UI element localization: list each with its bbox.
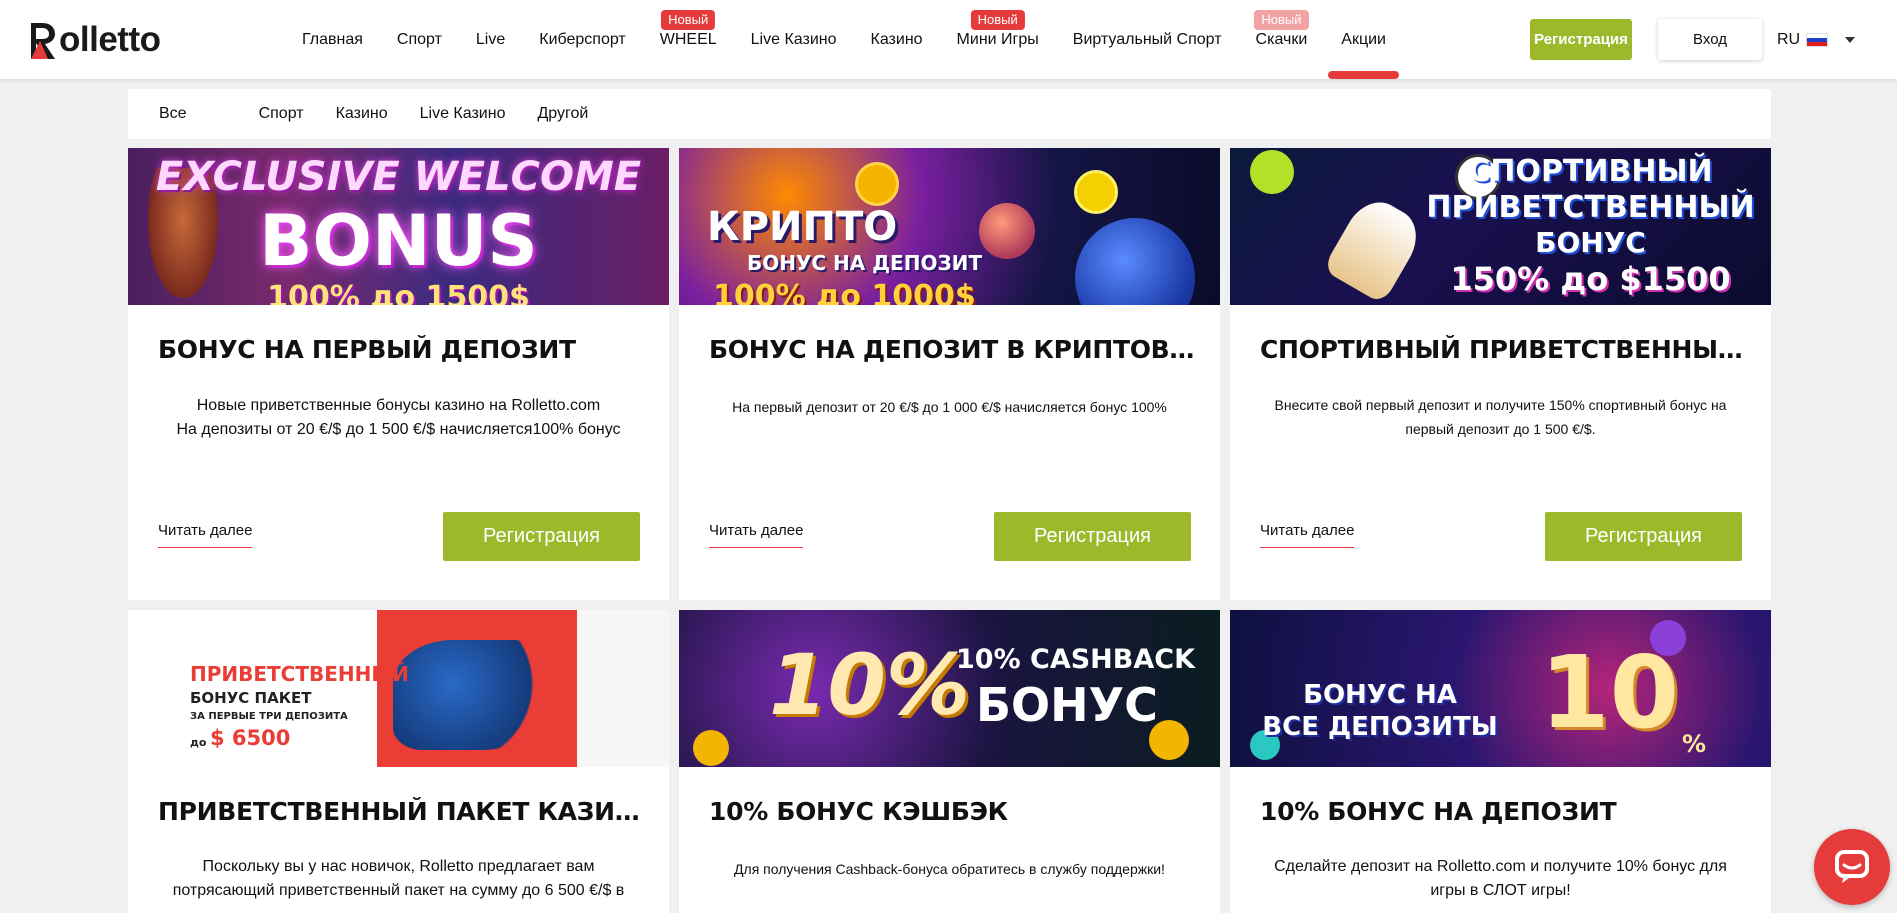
- card-register-button[interactable]: Регистрация: [1545, 512, 1742, 561]
- nav-item-wheel[interactable]: Новый WHEEL: [643, 0, 734, 79]
- main-nav: Главная Спорт Live Киберспорт Новый WHEE…: [285, 0, 1403, 79]
- russia-flag-icon: [1806, 33, 1829, 47]
- language-selector[interactable]: RU: [1777, 29, 1856, 51]
- planet-bitcoin-icon: [1075, 218, 1195, 305]
- planet-icon: [979, 203, 1035, 259]
- diver-illustration: [393, 640, 543, 750]
- card-description: Поскольку вы у нас новичок, Rolletto пре…: [172, 858, 625, 899]
- promo-card: БОНУС НА ВСЕ ДЕПОЗИТЫ 10 % 10% БОНУС НА …: [1230, 610, 1771, 913]
- card-description: Внесите свой первый депозит и получите 1…: [1274, 397, 1727, 437]
- card-description: На первый депозит от 20 €/$ до 1 000 €/$…: [732, 399, 1167, 415]
- nav-item-live-casino[interactable]: Live Казино: [734, 0, 854, 79]
- logo-r-icon: [28, 19, 58, 61]
- nav-item-mini-games[interactable]: Новый Мини Игры: [940, 0, 1056, 79]
- new-badge: Новый: [661, 10, 716, 30]
- nav-item-sport[interactable]: Спорт: [380, 0, 459, 79]
- new-badge: Новый: [1254, 10, 1309, 30]
- promo-banner[interactable]: EXCLUSIVE WELCOME BONUS 100% до 1500$: [128, 148, 669, 305]
- card-title: ПРИВЕТСТВЕННЫЙ ПАКЕТ КАЗИНО: [158, 797, 648, 826]
- promo-banner[interactable]: ПРИВЕТСТВЕННЫЙ БОНУС ПАКЕТ ЗА ПЕРВЫЕ ТРИ…: [128, 610, 669, 767]
- top-header: olletto Главная Спорт Live Киберспорт Но…: [0, 0, 1897, 79]
- nav-item-esports[interactable]: Киберспорт: [522, 0, 642, 79]
- card-title: 10% БОНУС КЭШБЭК: [709, 797, 1008, 826]
- login-button[interactable]: Вход: [1658, 19, 1762, 60]
- tennis-ball-icon: [1250, 150, 1294, 194]
- read-more-link[interactable]: Читать далее: [158, 522, 253, 548]
- card-title: 10% БОНУС НА ДЕПОЗИТ: [1260, 797, 1617, 826]
- coin-icon: [693, 730, 729, 766]
- coin-icon: [1074, 170, 1118, 214]
- language-code: RU: [1777, 31, 1801, 48]
- card-title: БОНУС НА ПЕРВЫЙ ДЕПОЗИТ: [158, 335, 576, 364]
- card-title: БОНУС НА ДЕПОЗИТ В КРИПТОВАЛЮТЕ: [709, 335, 1199, 364]
- nav-item-home[interactable]: Главная: [285, 0, 380, 79]
- filter-casino[interactable]: Казино: [336, 105, 388, 123]
- filter-live-casino[interactable]: Live Казино: [420, 105, 506, 123]
- nav-item-promotions[interactable]: Акции: [1324, 0, 1403, 79]
- filter-sport[interactable]: Спорт: [259, 105, 304, 123]
- promo-card: СПОРТИВНЫЙ ПРИВЕТСТВЕННЫЙ БОНУС 150% до …: [1230, 148, 1771, 600]
- promo-banner[interactable]: КРИПТО БОНУС НА ДЕПОЗИТ 100% до 1000$: [679, 148, 1220, 305]
- chevron-down-icon: [1845, 37, 1856, 43]
- card-description: Для получения Cashback-бонуса обратитесь…: [734, 861, 1165, 877]
- live-chat-button[interactable]: [1814, 829, 1890, 905]
- promo-banner[interactable]: СПОРТИВНЫЙ ПРИВЕТСТВЕННЫЙ БОНУС 150% до …: [1230, 148, 1771, 305]
- nav-item-virtual-sport[interactable]: Виртуальный Спорт: [1056, 0, 1239, 79]
- new-badge: Новый: [970, 10, 1025, 30]
- nav-item-casino[interactable]: Казино: [854, 0, 940, 79]
- promo-card: КРИПТО БОНУС НА ДЕПОЗИТ 100% до 1000$ БО…: [679, 148, 1220, 600]
- promo-banner[interactable]: 10% 10% CASHBACK БОНУС: [679, 610, 1220, 767]
- promo-card: ПРИВЕТСТВЕННЫЙ БОНУС ПАКЕТ ЗА ПЕРВЫЕ ТРИ…: [128, 610, 669, 913]
- card-title: СПОРТИВНЫЙ ПРИВЕТСТВЕННЫЙ Б...: [1260, 335, 1750, 364]
- filter-all[interactable]: Все: [159, 105, 187, 123]
- card-register-button[interactable]: Регистрация: [994, 512, 1191, 561]
- nav-item-live[interactable]: Live: [459, 0, 522, 79]
- promo-card: EXCLUSIVE WELCOME BONUS 100% до 1500$ БО…: [128, 148, 669, 600]
- read-more-link[interactable]: Читать далее: [1260, 522, 1355, 548]
- register-button[interactable]: Регистрация: [1530, 19, 1632, 60]
- promo-banner[interactable]: БОНУС НА ВСЕ ДЕПОЗИТЫ 10 %: [1230, 610, 1771, 767]
- bitcoin-coin-icon: [855, 162, 899, 206]
- filter-other[interactable]: Другой: [537, 105, 588, 123]
- logo[interactable]: olletto: [28, 18, 161, 62]
- promo-filter-bar: Все Спорт Казино Live Казино Другой: [128, 89, 1771, 139]
- card-description: Новые приветственные бонусы казино на Ro…: [176, 397, 621, 438]
- nav-item-racing[interactable]: Новый Скачки: [1239, 0, 1325, 79]
- chat-bubble-icon: [1835, 850, 1869, 883]
- logo-text: olletto: [59, 20, 161, 59]
- card-description: Сделайте депозит на Rolletto.com и получ…: [1274, 858, 1727, 899]
- promo-card: 10% 10% CASHBACK БОНУС 10% БОНУС КЭШБЭК …: [679, 610, 1220, 913]
- card-register-button[interactable]: Регистрация: [443, 512, 640, 561]
- read-more-link[interactable]: Читать далее: [709, 522, 804, 548]
